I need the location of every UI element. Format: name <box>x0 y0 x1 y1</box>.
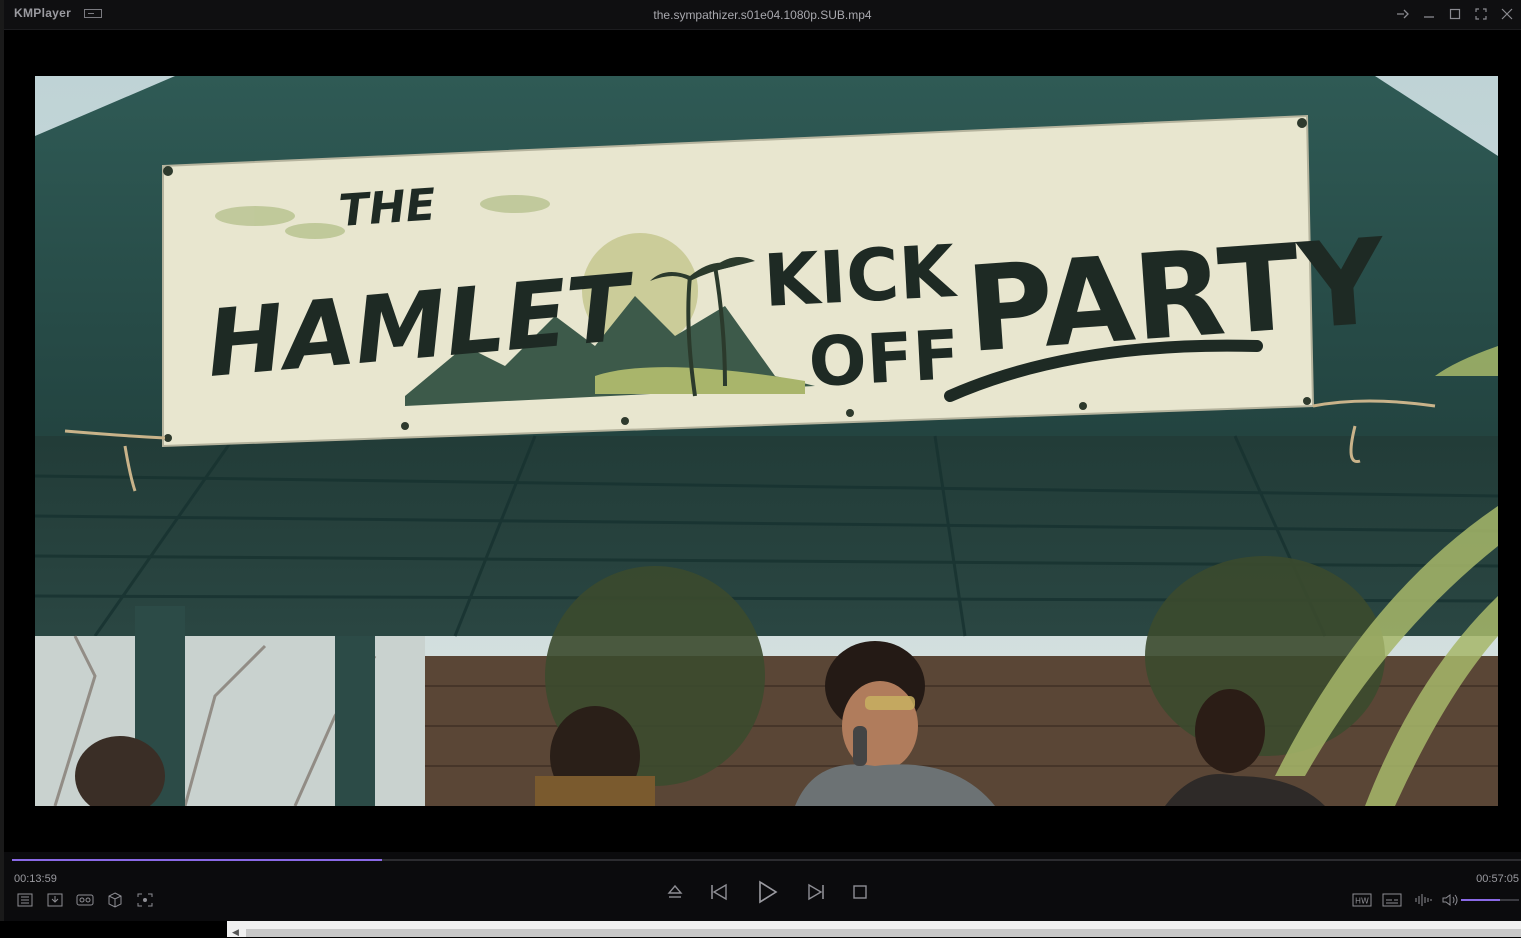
3d-icon[interactable] <box>104 891 126 909</box>
title-bar[interactable]: KMPlayer the.sympathizer.s01e04.1080p.SU… <box>4 0 1521 30</box>
download-icon[interactable] <box>44 891 66 909</box>
minimize-icon[interactable] <box>1419 4 1439 24</box>
volume-icon[interactable] <box>1439 891 1461 909</box>
pin-icon[interactable] <box>1393 4 1413 24</box>
fullscreen-icon[interactable] <box>1471 4 1491 24</box>
capture-icon[interactable] <box>134 891 156 909</box>
seek-bar[interactable] <box>12 859 1521 861</box>
close-icon[interactable] <box>1497 4 1517 24</box>
volume-slider[interactable] <box>1461 899 1519 901</box>
video-frame[interactable]: THE HAMLET KICK OFF PARTY <box>35 76 1498 806</box>
stop-icon[interactable] <box>845 878 875 906</box>
player-window: KMPlayer the.sympathizer.s01e04.1080p.SU… <box>0 0 1521 921</box>
background-scrollbar[interactable]: ◀ <box>227 921 1521 937</box>
current-time: 00:13:59 <box>14 873 57 885</box>
banner-text-kick: KICK <box>761 229 959 323</box>
video-still: THE HAMLET KICK OFF PARTY <box>35 76 1498 806</box>
hw-label: HW <box>1355 897 1369 906</box>
equalizer-icon[interactable] <box>1412 891 1434 909</box>
hw-icon[interactable]: HW <box>1351 891 1373 909</box>
previous-icon[interactable] <box>704 878 734 906</box>
banner-text-the: THE <box>337 179 437 237</box>
volume-slider-fill <box>1461 899 1501 901</box>
eject-icon[interactable] <box>660 878 690 906</box>
seek-bar-fill <box>12 859 382 861</box>
window-controls <box>1393 4 1517 24</box>
total-time: 00:57:05 <box>1476 873 1519 885</box>
scroll-left-icon[interactable]: ◀ <box>232 927 239 938</box>
banner-text-off: OFF <box>807 316 962 403</box>
banner-text-party: PARTY <box>962 212 1391 379</box>
video-area[interactable]: THE HAMLET KICK OFF PARTY <box>4 30 1521 852</box>
play-icon[interactable] <box>752 878 782 906</box>
scroll-thumb[interactable] <box>246 929 1521 937</box>
file-title: the.sympathizer.s01e04.1080p.SUB.mp4 <box>653 8 872 22</box>
vr-icon[interactable] <box>74 891 96 909</box>
next-icon[interactable] <box>801 878 831 906</box>
playlist-icon[interactable] <box>14 891 36 909</box>
subtitle-icon[interactable] <box>1381 891 1403 909</box>
maximize-icon[interactable] <box>1445 4 1465 24</box>
